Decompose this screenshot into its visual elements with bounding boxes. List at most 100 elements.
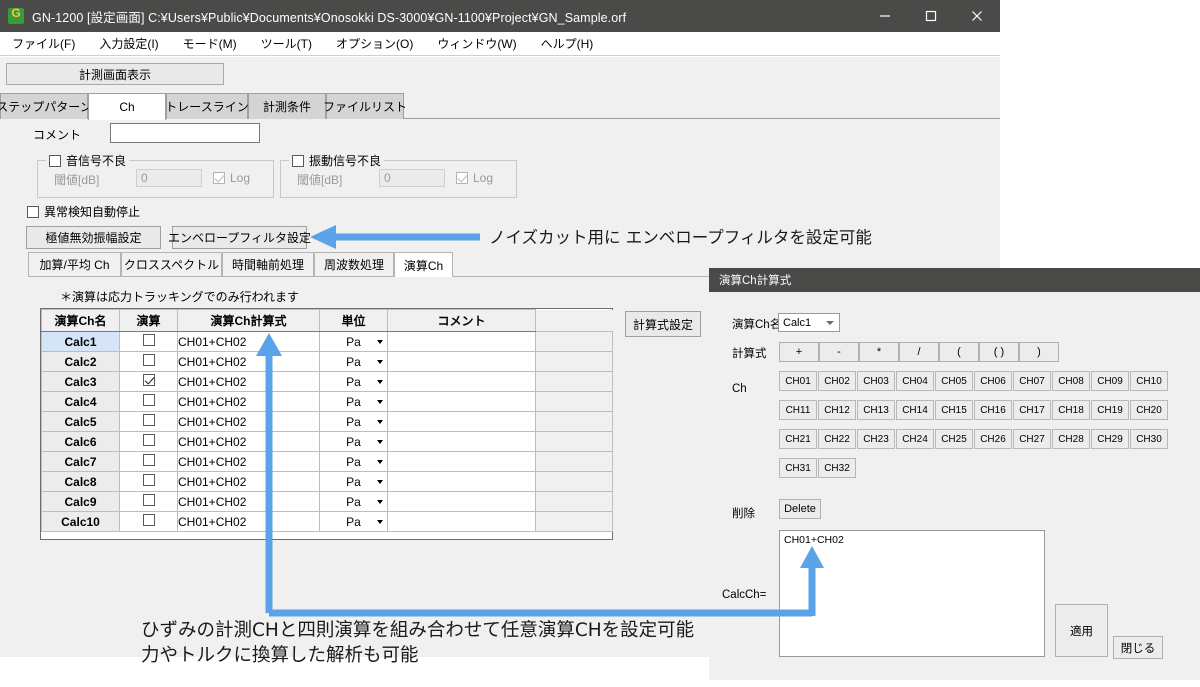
cell-comment[interactable] [387, 411, 536, 432]
cell-calc-checkbox[interactable] [119, 331, 178, 352]
vibration-bad-signal-checkbox[interactable] [292, 154, 304, 167]
channel-button-ch07[interactable]: CH07 [1013, 371, 1051, 391]
cell-calc-checkbox[interactable] [119, 471, 178, 492]
extreme-invalid-amplitude-button[interactable]: 極値無効振幅設定 [26, 226, 161, 249]
cell-unit[interactable]: Pa [319, 511, 388, 532]
cell-formula[interactable]: CH01+CH02 [177, 471, 320, 492]
chevron-down-icon[interactable] [377, 419, 383, 424]
channel-button-ch23[interactable]: CH23 [857, 429, 895, 449]
cell-comment[interactable] [387, 451, 536, 472]
cell-calc-name[interactable]: Calc3 [41, 371, 120, 392]
cell-unit[interactable]: Pa [319, 491, 388, 512]
cell-unit[interactable]: Pa [319, 371, 388, 392]
sound-log-toggle[interactable]: Log [213, 171, 250, 185]
channel-button-ch14[interactable]: CH14 [896, 400, 934, 420]
channel-button-ch01[interactable]: CH01 [779, 371, 817, 391]
calc-ch-select[interactable]: Calc1 [778, 313, 840, 332]
cell-comment[interactable] [387, 371, 536, 392]
table-row[interactable]: Calc7 CH01+CH02 Pa [41, 451, 613, 472]
table-row[interactable]: Calc10 CH01+CH02 Pa [41, 511, 613, 532]
channel-button-ch26[interactable]: CH26 [974, 429, 1012, 449]
menu-item-mode[interactable]: モード(M) [171, 35, 249, 52]
subtab-calc-ch[interactable]: 演算Ch [394, 252, 453, 277]
cell-comment[interactable] [387, 391, 536, 412]
cell-unit[interactable]: Pa [319, 451, 388, 472]
calc-enable-checkbox[interactable] [142, 374, 155, 386]
menu-item-input[interactable]: 入力設定(I) [87, 35, 170, 52]
measure-screen-button[interactable]: 計測画面表示 [6, 63, 224, 85]
cell-comment[interactable] [387, 431, 536, 452]
subtab-cross-spectrum[interactable]: クロススペクトル [121, 252, 222, 276]
formula-textarea[interactable]: CH01+CH02 [779, 530, 1045, 657]
channel-button-ch03[interactable]: CH03 [857, 371, 895, 391]
cell-formula[interactable]: CH01+CH02 [177, 511, 320, 532]
channel-button-ch31[interactable]: CH31 [779, 458, 817, 478]
channel-button-ch12[interactable]: CH12 [818, 400, 856, 420]
cell-unit[interactable]: Pa [319, 391, 388, 412]
menu-item-tool[interactable]: ツール(T) [249, 35, 324, 52]
cell-calc-checkbox[interactable] [119, 511, 178, 532]
calc-enable-checkbox[interactable] [142, 354, 155, 366]
cell-calc-checkbox[interactable] [119, 411, 178, 432]
cell-calc-checkbox[interactable] [119, 491, 178, 512]
subtab-sum-average[interactable]: 加算/平均 Ch [28, 252, 121, 276]
apply-button[interactable]: 適用 [1055, 604, 1108, 657]
operator-button-1[interactable]: - [819, 342, 859, 362]
cell-calc-name[interactable]: Calc10 [41, 511, 120, 532]
cell-calc-name[interactable]: Calc7 [41, 451, 120, 472]
channel-button-ch17[interactable]: CH17 [1013, 400, 1051, 420]
table-row[interactable]: Calc3 CH01+CH02 Pa [41, 371, 613, 392]
calc-enable-checkbox[interactable] [142, 514, 155, 526]
menu-item-file[interactable]: ファイル(F) [0, 35, 87, 52]
envelope-filter-button[interactable]: エンベロープフィルタ設定 [168, 226, 311, 249]
cell-comment[interactable] [387, 351, 536, 372]
channel-button-ch30[interactable]: CH30 [1130, 429, 1168, 449]
close-button[interactable]: 閉じる [1113, 636, 1163, 659]
calc-enable-checkbox[interactable] [142, 474, 155, 486]
cell-calc-checkbox[interactable] [119, 371, 178, 392]
cell-formula[interactable]: CH01+CH02 [177, 331, 320, 352]
chevron-down-icon[interactable] [377, 439, 383, 444]
calc-enable-checkbox[interactable] [142, 394, 155, 406]
channel-button-ch04[interactable]: CH04 [896, 371, 934, 391]
sound-threshold-input[interactable]: 0 [136, 169, 202, 187]
channel-button-ch27[interactable]: CH27 [1013, 429, 1051, 449]
chevron-down-icon[interactable] [377, 459, 383, 464]
channel-button-ch21[interactable]: CH21 [779, 429, 817, 449]
cell-formula[interactable]: CH01+CH02 [177, 431, 320, 452]
table-row[interactable]: Calc5 CH01+CH02 Pa [41, 411, 613, 432]
cell-calc-name[interactable]: Calc6 [41, 431, 120, 452]
delete-button[interactable]: Delete [779, 499, 821, 519]
chevron-down-icon[interactable] [377, 499, 383, 504]
cell-calc-checkbox[interactable] [119, 431, 178, 452]
sound-bad-signal-checkbox[interactable] [49, 154, 61, 167]
channel-button-ch16[interactable]: CH16 [974, 400, 1012, 420]
chevron-down-icon[interactable] [377, 379, 383, 384]
cell-calc-name[interactable]: Calc1 [41, 331, 120, 352]
cell-comment[interactable] [387, 471, 536, 492]
menu-item-option[interactable]: オプション(O) [324, 35, 425, 52]
cell-unit[interactable]: Pa [319, 431, 388, 452]
sound-log-checkbox[interactable] [213, 172, 225, 184]
auto-stop-checkbox[interactable] [27, 205, 39, 218]
vibration-log-checkbox[interactable] [456, 172, 468, 184]
channel-button-ch25[interactable]: CH25 [935, 429, 973, 449]
cell-formula[interactable]: CH01+CH02 [177, 451, 320, 472]
cell-unit[interactable]: Pa [319, 471, 388, 492]
operator-button-6[interactable]: ) [1019, 342, 1059, 362]
table-row[interactable]: Calc4 CH01+CH02 Pa [41, 391, 613, 412]
channel-button-ch05[interactable]: CH05 [935, 371, 973, 391]
table-row[interactable]: Calc6 CH01+CH02 Pa [41, 431, 613, 452]
operator-button-4[interactable]: ( [939, 342, 979, 362]
cell-formula[interactable]: CH01+CH02 [177, 371, 320, 392]
channel-button-ch10[interactable]: CH10 [1130, 371, 1168, 391]
cell-formula[interactable]: CH01+CH02 [177, 391, 320, 412]
channel-button-ch15[interactable]: CH15 [935, 400, 973, 420]
comment-input[interactable] [110, 123, 260, 143]
channel-button-ch29[interactable]: CH29 [1091, 429, 1129, 449]
channel-button-ch02[interactable]: CH02 [818, 371, 856, 391]
operator-button-5[interactable]: ( ) [979, 342, 1019, 362]
formula-settings-button[interactable]: 計算式設定 [625, 311, 701, 337]
maximize-icon[interactable] [908, 0, 954, 32]
channel-button-ch13[interactable]: CH13 [857, 400, 895, 420]
